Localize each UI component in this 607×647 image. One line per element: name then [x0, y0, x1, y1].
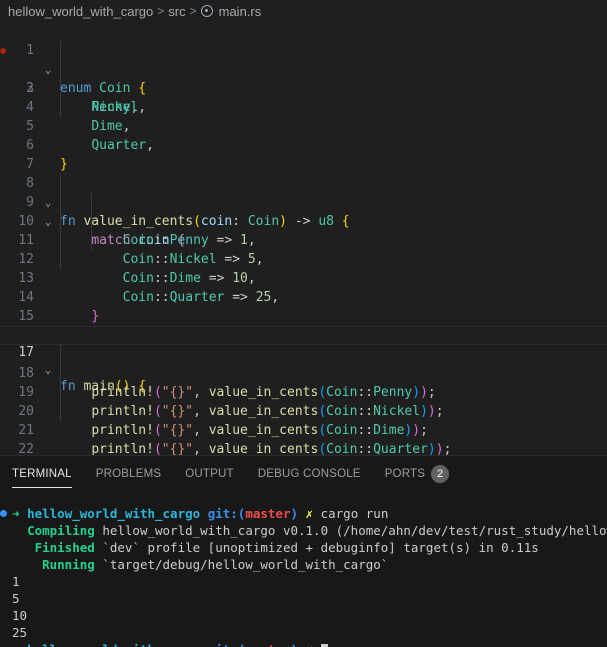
terminal-line: Compiling hellow_world_with_cargo v0.1.0… [12, 522, 607, 539]
prompt-git: git:( [208, 642, 246, 647]
code-line: 15 } [0, 288, 607, 307]
code-line: 21 println!("{}", value_in_cents(Coin::Q… [0, 402, 607, 421]
finished-text: `dev` profile [unoptimized + debuginfo] … [102, 540, 539, 555]
code-line: 11 Coin::Nickel => 5, [0, 212, 607, 231]
prompt-arrow-icon: ➜ [12, 506, 20, 521]
code-line: 14 } [0, 269, 607, 288]
code-line: 10 Coin::Penny => 1, [0, 193, 607, 212]
breadcrumb: hellow_world_with_cargo > src > main.rs [0, 0, 607, 22]
terminal-line: Running `target/debug/hellow_world_with_… [12, 556, 388, 573]
output-line: 1 [12, 573, 20, 590]
tab-ports-label: PORTS [385, 468, 425, 480]
current-code-line: 17 ⌄ fn main() { [0, 326, 607, 345]
compiling-text: hellow_world_with_cargo v0.1.0 (/home/ah… [102, 523, 607, 538]
tab-problems[interactable]: PROBLEMS [96, 456, 162, 492]
output-line: 5 [12, 590, 20, 607]
running-text: `target/debug/hellow_world_with_cargo` [102, 557, 388, 572]
panel-tabs: TERMINAL PROBLEMS OUTPUT DEBUG CONSOLE P… [0, 456, 607, 492]
code-line: 13 Coin::Quarter => 25, [0, 250, 607, 269]
rust-file-icon [201, 5, 213, 17]
ports-count-badge: 2 [431, 465, 449, 483]
code-line: 5 Quarter, [0, 98, 607, 117]
prompt-directory: hellow_world_with_cargo [27, 506, 200, 521]
tab-terminal[interactable]: TERMINAL [12, 456, 72, 492]
code-line: 2 Penny, [0, 41, 607, 60]
terminal-cursor [321, 644, 328, 647]
chevron-right-icon: > [190, 4, 197, 18]
command-status-dot-icon[interactable] [0, 510, 7, 517]
prompt-dirty-icon: ✗ [306, 642, 314, 647]
breadcrumb-project[interactable]: hellow_world_with_cargo [8, 4, 153, 19]
tab-ports[interactable]: PORTS 2 [385, 456, 449, 492]
terminal-output[interactable]: ➜ hellow_world_with_cargo git:(master) ✗… [0, 498, 607, 647]
output-line: 25 [12, 624, 27, 641]
code-line: 19 println!("{}", value_in_cents(Coin::N… [0, 364, 607, 383]
prompt-git-close: ) [290, 506, 298, 521]
terminal-prompt-line: ➜ hellow_world_with_cargo git:(master) ✗ [12, 641, 328, 647]
code-line: 3 Nickel, [0, 60, 607, 79]
running-label: Running [42, 557, 95, 572]
code-line: 6 } [0, 117, 607, 136]
breadcrumb-folder[interactable]: src [168, 4, 185, 19]
prompt-git-close: ) [290, 642, 298, 647]
code-line: 7 [0, 136, 607, 155]
finished-label: Finished [35, 540, 95, 555]
code-line: 20 println!("{}", value_in_cents(Coin::D… [0, 383, 607, 402]
breadcrumb-file[interactable]: main.rs [219, 4, 262, 19]
code-line: 18 println!("{}", value_in_cents(Coin::P… [0, 345, 607, 364]
terminal-prompt-line: ➜ hellow_world_with_cargo git:(master) ✗… [12, 505, 388, 522]
output-line: 10 [12, 607, 27, 624]
tab-debug-console[interactable]: DEBUG CONSOLE [258, 456, 361, 492]
prompt-arrow-icon: ➜ [12, 642, 20, 647]
tab-output[interactable]: OUTPUT [185, 456, 233, 492]
code-line: 12 Coin::Dime => 10, [0, 231, 607, 250]
code-line: 8 ⌄ fn value_in_cents(coin: Coin) -> u8 … [0, 155, 607, 174]
chevron-right-icon: > [157, 4, 164, 18]
terminal-line: Finished `dev` profile [unoptimized + de… [12, 539, 539, 556]
prompt-command: cargo run [321, 506, 389, 521]
prompt-dirty-icon: ✗ [306, 506, 314, 521]
code-line: 4 Dime, [0, 79, 607, 98]
code-editor[interactable]: 1 ⌄ enum Coin { 2 Penny, 3 Nickel, 4 Dim… [0, 22, 607, 445]
code-line: 16 [0, 307, 607, 326]
prompt-branch: master [245, 506, 290, 521]
prompt-directory: hellow_world_with_cargo [27, 642, 200, 647]
code-line: 1 ⌄ enum Coin { [0, 22, 607, 41]
bottom-panel: TERMINAL PROBLEMS OUTPUT DEBUG CONSOLE P… [0, 455, 607, 647]
prompt-branch: master [245, 642, 290, 647]
compiling-label: Compiling [27, 523, 95, 538]
prompt-git: git:( [208, 506, 246, 521]
breakpoint-hint-icon[interactable] [0, 48, 6, 54]
code-line: 9 ⌄ match coin { [0, 174, 607, 193]
code-line: 22 } [0, 421, 607, 440]
